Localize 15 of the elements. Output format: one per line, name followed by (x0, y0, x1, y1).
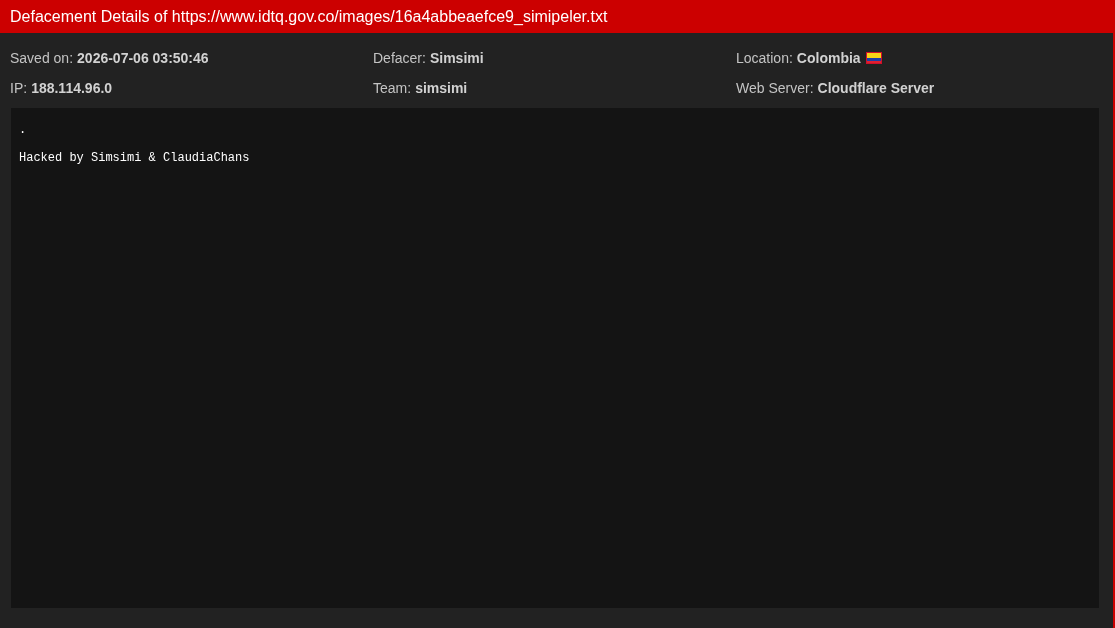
detail-label: Location: (736, 50, 793, 66)
detail-value: Cloudflare Server (817, 80, 935, 96)
defacement-text: . Hacked by Simsimi & ClaudiaChans (19, 123, 250, 165)
detail-label: Defacer: (373, 50, 426, 66)
detail-label: Web Server: (736, 80, 814, 96)
detail-value: 2026-07-06 03:50:46 (77, 50, 209, 66)
detail-value: Simsimi (429, 50, 484, 66)
flag-icon (865, 52, 882, 64)
detail-label: IP: (10, 80, 28, 96)
detail-value: simsimi (415, 80, 468, 96)
detail-value: Colombia (796, 50, 861, 66)
page-title: Defacement Details of https://www.idtq.gov.co/images/16a4abbeaefce9_simipeler.txt (10, 7, 608, 26)
detail-value: 188.114.96.0 (31, 80, 113, 96)
detail-label: Team: (373, 80, 412, 96)
detail-label: Saved on: (10, 50, 74, 66)
